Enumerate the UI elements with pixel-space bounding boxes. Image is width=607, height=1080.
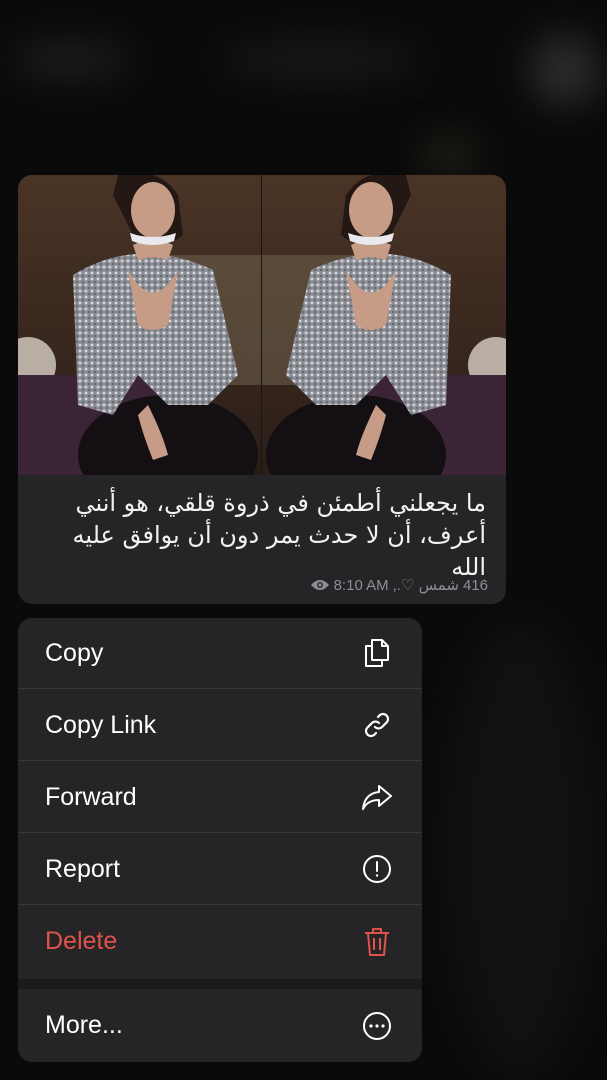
- delete-button[interactable]: Delete: [18, 906, 422, 977]
- more-label: More...: [45, 1011, 123, 1039]
- eye-icon: [310, 578, 330, 592]
- view-count: 416: [462, 576, 488, 594]
- message-meta: 8:10 AM شمس ♡., 416: [310, 576, 488, 594]
- message-author: شمس ♡.,: [392, 577, 459, 594]
- copy-link-button[interactable]: Copy Link: [18, 690, 422, 761]
- background-blur: [440, 620, 600, 1080]
- menu-group-gap: [18, 979, 422, 989]
- forward-label: Forward: [45, 782, 137, 811]
- copy-label: Copy: [45, 638, 104, 667]
- background-blur: [220, 40, 420, 80]
- report-button[interactable]: Report: [18, 834, 422, 905]
- context-menu: Copy Copy Link Forward Report Delete Mor…: [18, 618, 422, 1062]
- report-icon: [360, 852, 394, 886]
- more-button[interactable]: More...: [18, 990, 422, 1061]
- link-icon: [360, 708, 394, 742]
- copy-link-label: Copy Link: [45, 710, 157, 739]
- copy-icon: [360, 636, 394, 670]
- copy-button[interactable]: Copy: [18, 618, 422, 689]
- message-photo[interactable]: [18, 175, 506, 475]
- background-blur: [10, 40, 130, 80]
- more-icon: [360, 1009, 394, 1043]
- forward-icon: [360, 780, 394, 814]
- trash-icon: [360, 925, 394, 959]
- background-blur: [420, 135, 480, 175]
- forward-button[interactable]: Forward: [18, 762, 422, 833]
- message-caption: ما يجعلني أطمئن في ذروة قلقي، هو أنني أع…: [72, 489, 487, 581]
- background-blur: [530, 35, 600, 105]
- message-bubble[interactable]: ما يجعلني أطمئن في ذروة قلقي، هو أنني أع…: [18, 175, 506, 604]
- delete-label: Delete: [45, 927, 118, 955]
- message-time: 8:10 AM: [333, 576, 389, 594]
- report-label: Report: [45, 854, 121, 883]
